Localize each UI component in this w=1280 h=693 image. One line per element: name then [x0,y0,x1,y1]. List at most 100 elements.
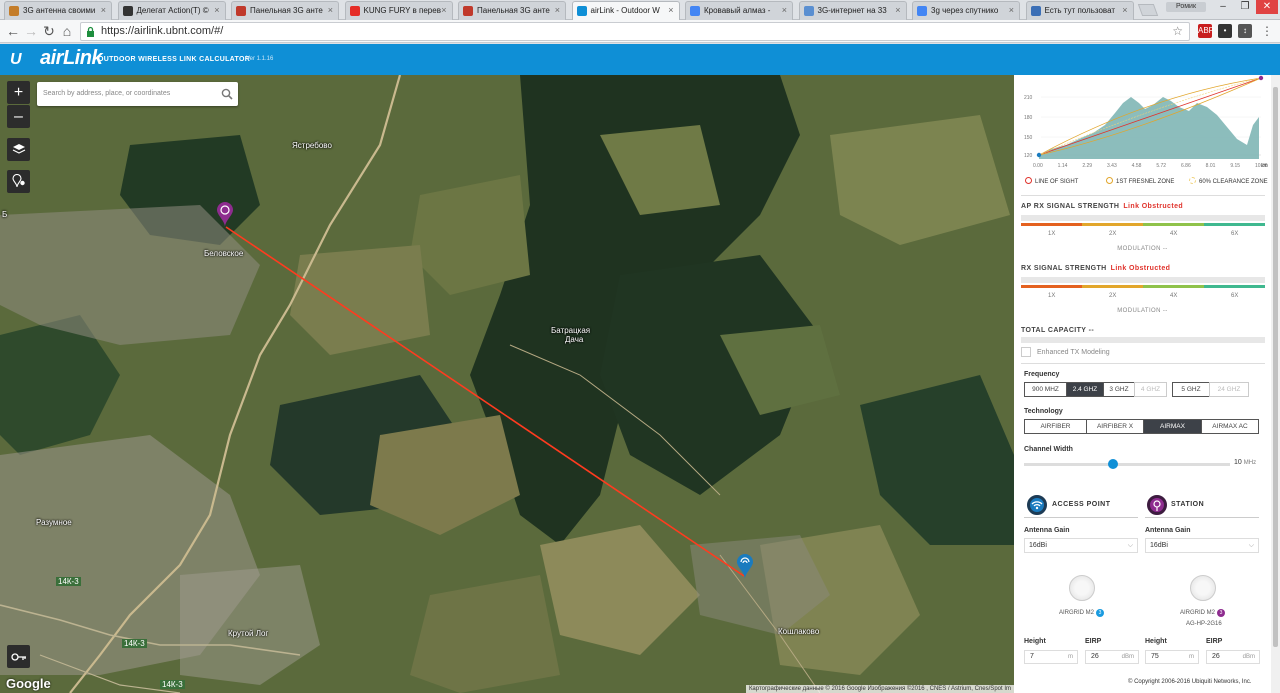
minimize-button[interactable]: – [1212,0,1234,14]
station-product-image[interactable] [1190,575,1216,601]
x-tick-label: 9.15 [1230,163,1240,169]
place-label: Беловское [204,249,244,258]
close-tab-icon[interactable]: × [1122,2,1127,19]
technology-airfiber-button[interactable]: AIRFIBER [1024,419,1087,434]
frequency-5ghz-button[interactable]: 5 GHZ [1172,382,1210,397]
zoom-in-button[interactable]: + [7,81,30,104]
home-icon[interactable]: ⌂ [58,22,76,40]
road-label: 14К-3 [56,577,81,586]
frequency-4ghz-button[interactable]: 4 GHZ [1134,382,1167,397]
technology-airmax-ac-button[interactable]: AIRMAX AC [1201,419,1259,434]
total-capacity-value: -- [1088,327,1095,334]
station-marker-icon[interactable] [216,201,234,227]
panel-scrollbar[interactable] [1271,75,1280,693]
link-line [225,226,745,577]
close-tab-icon[interactable]: × [214,2,219,19]
divider [1024,517,1138,518]
copyright-text: © Copyright 2006-2016 Ubiquiti Networks,… [1128,679,1252,685]
map-search-input[interactable]: Search by address, place, or coordinates [37,82,238,106]
reload-icon[interactable]: ↻ [40,22,58,40]
channel-width-slider-handle[interactable] [1107,459,1118,469]
y-tick-label: 120 [1024,153,1033,159]
browser-tab[interactable]: Панельная 3G анте × [458,1,566,20]
close-tab-icon[interactable]: × [328,2,333,19]
browser-tab[interactable]: Кровавый алмаз - × [685,1,793,20]
ap-antenna-gain-label: Antenna Gain [1024,527,1070,534]
browser-tab[interactable]: Панельная 3G анте × [231,1,339,20]
close-window-button[interactable]: ✕ [1256,0,1278,14]
place-label: Ястребово [292,141,332,150]
new-tab-button[interactable] [1137,4,1159,16]
technology-selector: AIRFIBER AIRFIBER X AIRMAX AIRMAX AC [1024,419,1259,434]
close-tab-icon[interactable]: × [895,2,900,19]
divider [1021,195,1265,196]
close-tab-icon[interactable]: × [1009,2,1014,19]
zoom-out-button[interactable]: – [7,105,30,128]
sync-icon[interactable]: ↕ [1238,24,1252,38]
close-tab-icon[interactable]: × [441,2,446,19]
frequency-label: Frequency [1024,371,1060,378]
ubuntu-icon [9,6,19,16]
channel-width-slider[interactable] [1024,463,1230,466]
technology-label: Technology [1024,408,1063,415]
tab-title: Есть тут пользоват [1044,6,1116,15]
locations-button[interactable] [7,170,30,193]
access-point-marker-icon[interactable] [736,553,754,579]
tab-title: 3G антенна своими [23,6,96,15]
close-tab-icon[interactable]: × [668,2,673,19]
ap-product-name[interactable]: AIRGRID M2 3 [1059,609,1105,617]
ap-height-input[interactable]: 7m [1024,650,1078,664]
tab-title: 3g через спутнико [931,6,999,15]
close-tab-icon[interactable]: × [101,2,106,19]
frequency-900mhz-button[interactable]: 900 MHZ [1024,382,1067,397]
forum-icon [1030,6,1041,16]
maximize-button[interactable]: ❐ [1234,0,1256,14]
technology-airfiber-x-button[interactable]: AIRFIBER X [1086,419,1144,434]
map-view[interactable]: Ястребово Беловское Батрацкая Дача Разум… [0,75,1014,693]
ap-eirp-input[interactable]: 26 dBm [1085,650,1139,664]
chevron-down-icon: ⌵ [1127,542,1133,549]
technology-airmax-button[interactable]: AIRMAX [1143,419,1202,434]
frequency-3ghz-button[interactable]: 3 GHZ [1103,382,1135,397]
frequency-24ghz-button[interactable]: 24 GHZ [1209,382,1249,397]
browser-tab[interactable]: 3g через спутнико × [912,1,1020,20]
ap-antenna-gain-select[interactable]: 16dBi ⌵ [1024,538,1138,553]
divider [1145,517,1259,518]
station-antenna-gain-select[interactable]: 16dBi ⌵ [1145,538,1259,553]
browser-tab[interactable]: 3G антенна своими × [4,1,112,20]
extension-icon[interactable]: • [1218,24,1232,38]
browser-tab-bar: 3G антенна своими × Делегат Action(T) © × Па… [0,0,1280,20]
station-eirp-input[interactable]: 26 dBm [1206,650,1260,664]
browser-tab[interactable]: KUNG FURY в перев × [344,1,453,20]
rx-link-status: Link Obstructed [1110,265,1171,272]
close-tab-icon[interactable]: × [555,2,560,19]
close-tab-icon[interactable]: × [782,2,787,19]
place-label: Б [2,210,8,219]
rx-modulation-scale [1021,285,1265,288]
station-product-name[interactable]: AIRGRID M2 3 [1180,609,1226,617]
back-icon[interactable]: ← [4,22,22,40]
search-icon[interactable] [221,88,233,100]
ap-product-image[interactable] [1069,575,1095,601]
forward-icon[interactable]: → [22,22,40,40]
user-profile-button[interactable]: Ромик [1166,2,1206,12]
frequency-2.4ghz-button[interactable]: 2.4 GHZ [1066,382,1104,397]
channel-width-value: 10 MHz [1234,459,1257,466]
scrollbar-thumb[interactable] [1273,87,1278,647]
browser-tab[interactable]: 3G-интернет на 33 × [798,1,907,20]
layers-button[interactable] [7,138,30,161]
browser-tab[interactable]: Есть тут пользоват × [1025,1,1134,20]
key-button[interactable] [7,645,30,668]
bookmark-star-icon[interactable]: ☆ [1172,23,1183,40]
ubiquiti-logo[interactable]: U [10,51,22,69]
enhanced-tx-checkbox[interactable] [1021,347,1031,357]
menu-icon[interactable]: ⋮ [1260,24,1274,38]
ap-modulation-label: MODULATION -- [1117,246,1168,252]
adblock-icon[interactable]: ABP [1198,24,1214,38]
x-tick-label: 4.58 [1132,163,1142,169]
station-height-input[interactable]: 75 m [1145,650,1199,664]
address-bar[interactable]: https://airlink.ubnt.com/#/ ☆ [80,22,1190,41]
browser-tab[interactable]: Делегат Action(T) © × [117,1,226,20]
browser-tab[interactable]: airLink - Outdoor W × [571,1,680,20]
x-tick-label: 6.86 [1181,163,1191,169]
